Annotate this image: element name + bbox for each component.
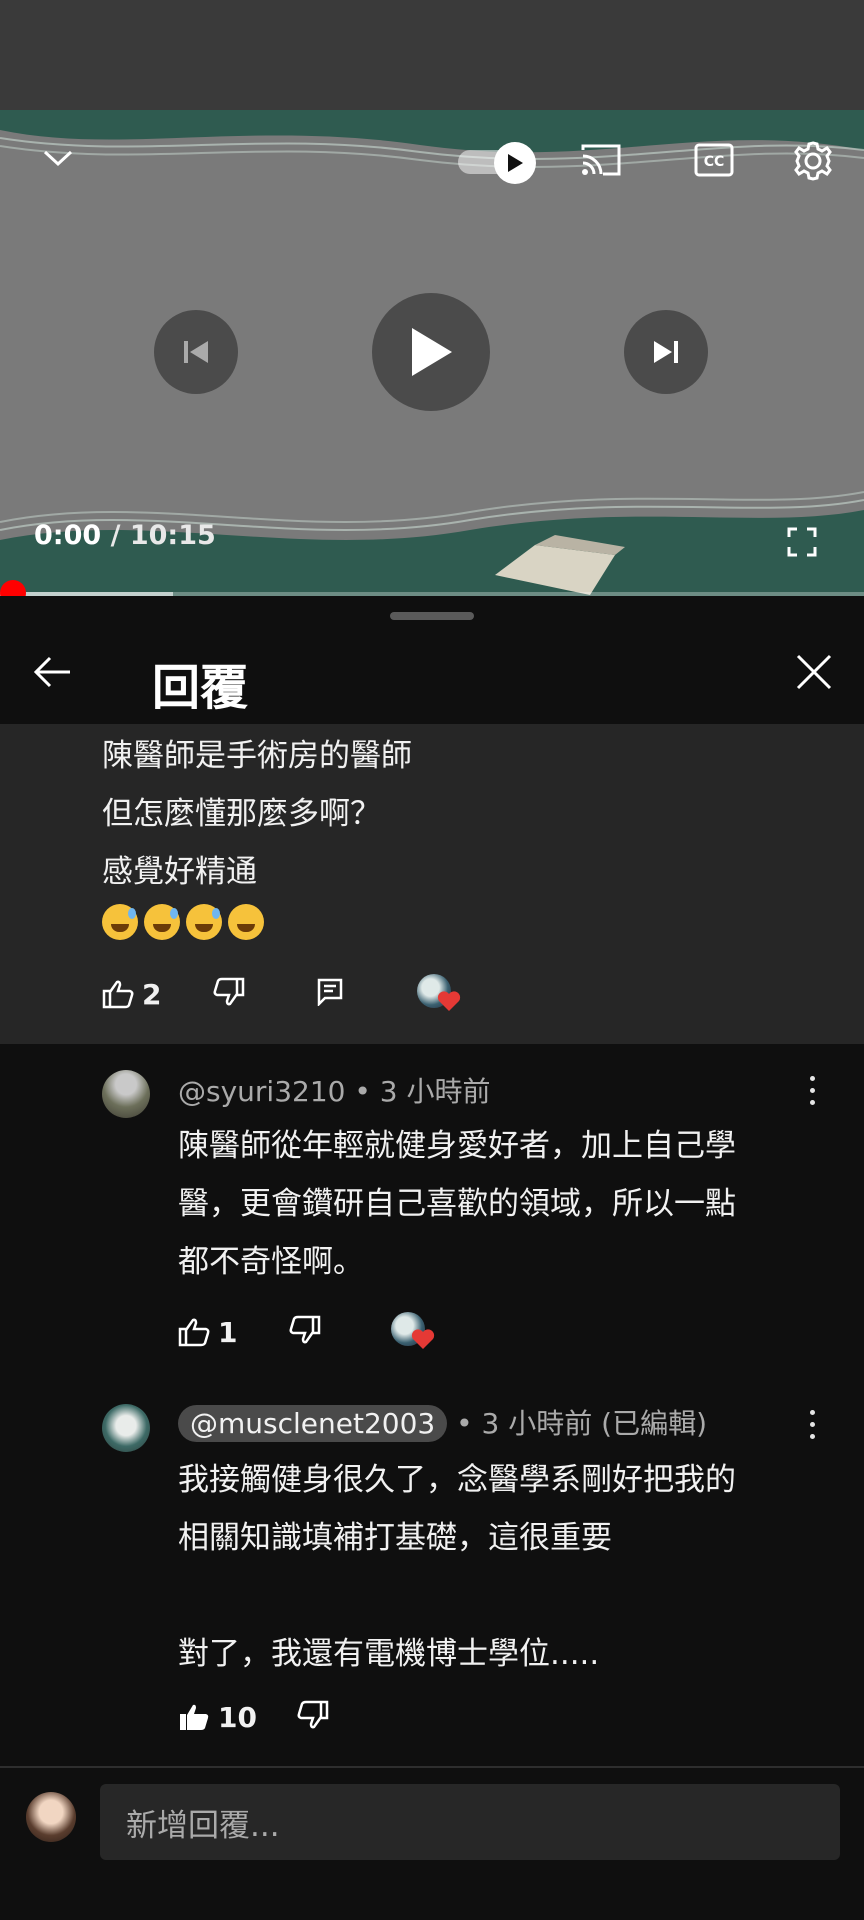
- parent-actions: 2: [102, 974, 461, 1014]
- like-count: 1: [218, 1315, 238, 1349]
- grinning-sweat-emoji-icon: [102, 904, 138, 940]
- avatar[interactable]: [102, 1404, 150, 1452]
- reply-meta: @musclenet2003 • 3 小時前 (已編輯): [178, 1402, 707, 1442]
- reply-text-line: 都不奇怪啊。: [178, 1244, 364, 1280]
- video-player[interactable]: CC 0:00 / 10:15: [0, 110, 864, 596]
- time-display: 0:00 / 10:15: [34, 520, 216, 551]
- dislike-button[interactable]: [213, 977, 245, 1011]
- thumbs-up-icon: [178, 1318, 210, 1347]
- reply-text-line: 醫，更會鑽研自己喜歡的領域，所以一點: [178, 1186, 736, 1222]
- reply-timestamp: • 3 小時前 (已編輯): [447, 1407, 707, 1440]
- grinning-sweat-emoji-icon: [144, 904, 180, 940]
- dislike-button[interactable]: [289, 1315, 321, 1349]
- panel-title: 回覆: [152, 660, 249, 716]
- reply-text-line: 對了，我還有電機博士學位.....: [178, 1636, 600, 1672]
- thumbs-up-filled-icon: [180, 1704, 209, 1730]
- play-icon: [412, 328, 452, 376]
- avatar[interactable]: [102, 1070, 150, 1118]
- thumbs-down-icon: [213, 977, 245, 1006]
- grinning-sweat-emoji-icon: [186, 904, 222, 940]
- autoplay-toggle[interactable]: [458, 142, 536, 184]
- more-options-icon[interactable]: [800, 1406, 824, 1442]
- dislike-button[interactable]: [297, 1700, 329, 1734]
- reply-input[interactable]: 新增回覆...: [100, 1784, 840, 1860]
- creator-heart-badge: [417, 974, 461, 1014]
- minimize-chevron-icon[interactable]: [38, 138, 78, 178]
- like-button[interactable]: 1: [178, 1316, 237, 1349]
- heart-icon: [438, 991, 461, 1011]
- like-count: 2: [142, 977, 162, 1011]
- current-time: 0:00: [34, 520, 102, 551]
- reply-timestamp: • 3 小時前: [345, 1075, 491, 1108]
- like-button[interactable]: 2: [102, 978, 161, 1011]
- comment-icon: [318, 978, 343, 1008]
- next-button[interactable]: [624, 310, 708, 394]
- settings-gear-icon[interactable]: [790, 138, 836, 184]
- like-button[interactable]: 10: [178, 1701, 257, 1734]
- parent-comment-line: 但怎麼懂那麼多啊？: [102, 796, 381, 832]
- reply-author-handle-pill[interactable]: @musclenet2003: [178, 1405, 448, 1442]
- reply-text-line: 相關知識填補打基礎，這很重要: [178, 1520, 612, 1556]
- close-icon[interactable]: [792, 650, 836, 694]
- reply-author-handle[interactable]: @syuri3210: [178, 1075, 345, 1108]
- parent-comment-line: 陳醫師是手術房的醫師: [102, 738, 412, 774]
- reply-button[interactable]: [317, 978, 343, 1010]
- previous-icon: [184, 341, 208, 363]
- time-separator: /: [101, 520, 130, 551]
- heart-icon: [412, 1329, 435, 1349]
- status-bar: [0, 0, 864, 110]
- thumbs-up-icon: [102, 980, 134, 1009]
- creator-heart-badge: [391, 1312, 435, 1352]
- reply-text-line: 我接觸健身很久了，念醫學系剛好把我的: [178, 1462, 736, 1498]
- thumbs-down-icon: [297, 1700, 329, 1729]
- autoplay-play-icon: [494, 142, 536, 184]
- next-icon: [654, 341, 678, 363]
- like-count: 10: [218, 1700, 257, 1734]
- fullscreen-icon[interactable]: [782, 522, 822, 562]
- previous-button[interactable]: [154, 310, 238, 394]
- parent-comment-emojis: [102, 904, 264, 940]
- parent-comment-line: 感覺好精通: [102, 854, 257, 890]
- replies-panel: 回覆 陳醫師是手術房的醫師 但怎麼懂那麼多啊？ 感覺好精通 2 @syuri32…: [0, 596, 864, 1920]
- cast-icon[interactable]: [578, 140, 624, 180]
- thumbs-down-icon: [289, 1315, 321, 1344]
- user-avatar: [26, 1792, 76, 1842]
- duration: 10:15: [129, 520, 216, 551]
- more-options-icon[interactable]: [800, 1072, 824, 1108]
- parent-comment: 陳醫師是手術房的醫師 但怎麼懂那麼多啊？ 感覺好精通 2: [0, 724, 864, 1044]
- reply-actions: 1: [178, 1312, 435, 1352]
- smiling-emoji-icon: [228, 904, 264, 940]
- svg-text:CC: CC: [704, 154, 725, 170]
- play-button[interactable]: [372, 293, 490, 411]
- reply-meta: @syuri3210 • 3 小時前: [178, 1070, 491, 1110]
- reply-composer: 新增回覆...: [0, 1766, 864, 1920]
- reply-actions: 10: [178, 1700, 329, 1734]
- drag-handle[interactable]: [390, 612, 474, 620]
- captions-icon[interactable]: CC: [692, 140, 736, 180]
- back-arrow-icon[interactable]: [30, 650, 74, 694]
- reply-text-line: 陳醫師從年輕就健身愛好者，加上自己學: [178, 1128, 736, 1164]
